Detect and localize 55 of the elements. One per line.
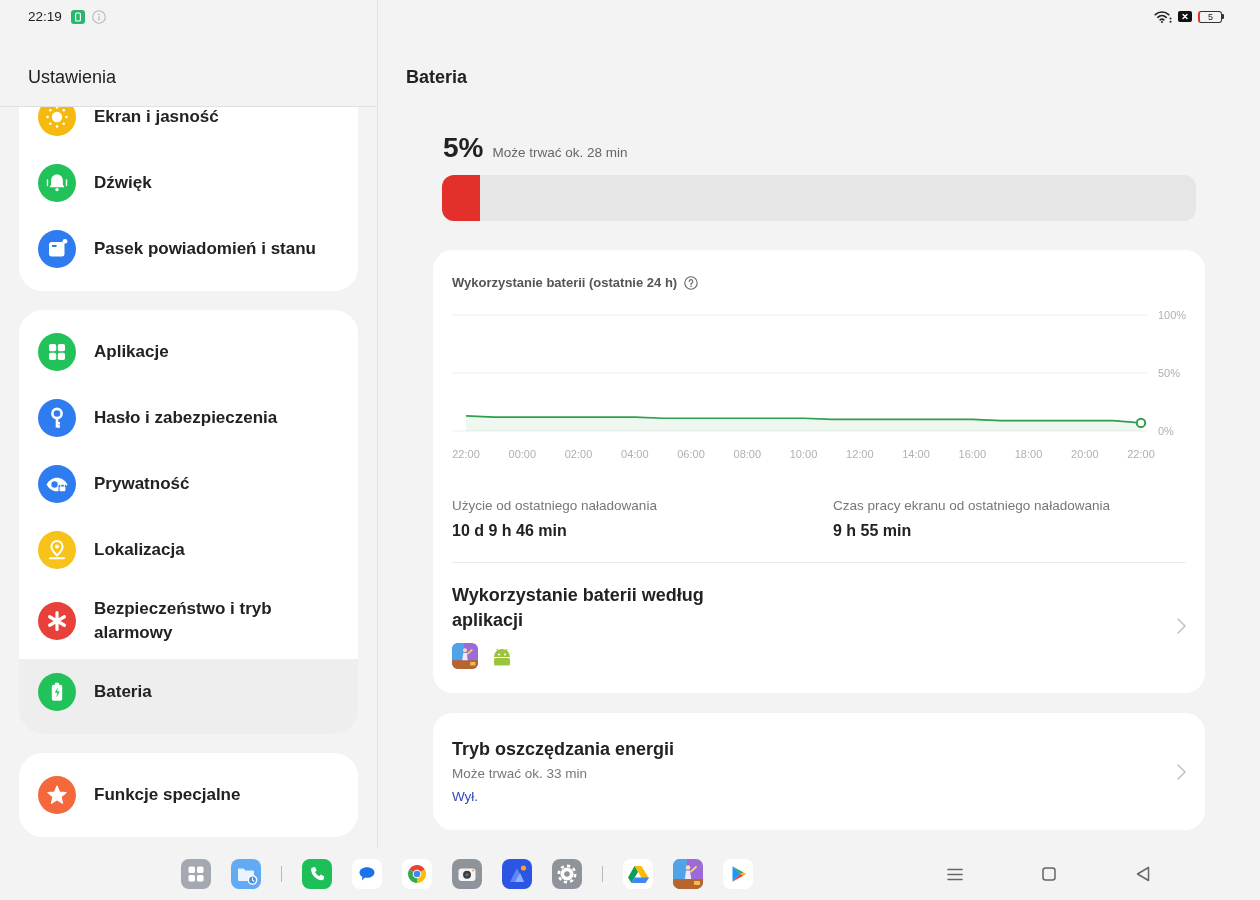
x-axis-label: 06:00 xyxy=(677,448,705,460)
help-icon[interactable] xyxy=(684,276,699,290)
y-axis-label: 100% xyxy=(1158,309,1186,321)
robot-icon xyxy=(491,646,513,666)
camera-icon[interactable] xyxy=(452,859,482,889)
x-axis-label: 16:00 xyxy=(958,448,987,460)
stat-value: 9 h 55 min xyxy=(833,521,913,541)
chart-title: Wykorzystanie baterii (ostatnie 24 h) xyxy=(452,274,678,292)
power-saving-estimate: Może trwać ok. 33 min xyxy=(452,765,589,783)
phone-icon[interactable] xyxy=(302,859,332,889)
sidebar-item[interactable]: Bateria xyxy=(19,659,358,734)
x-axis-label: 02:00 xyxy=(564,448,593,460)
battery-percent: 5% xyxy=(443,131,484,165)
x-axis-label: 08:00 xyxy=(733,448,762,460)
stat-label: Użycie od ostatniego naładowania xyxy=(452,497,658,515)
status-time: 22:19 xyxy=(28,7,62,26)
triangle-logo-icon[interactable] xyxy=(623,859,653,889)
ring-logo-icon[interactable] xyxy=(402,859,432,889)
folder-icon[interactable] xyxy=(231,859,261,889)
stat-value: 10 d 9 h 46 min xyxy=(452,521,568,541)
y-axis-label: 0% xyxy=(1158,425,1174,437)
picture-icon[interactable] xyxy=(673,859,703,889)
x-axis-label: 22:00 xyxy=(1127,448,1155,460)
menu-icon[interactable] xyxy=(947,867,963,881)
x-axis-label: 12:00 xyxy=(846,448,874,460)
square-icon[interactable] xyxy=(1042,867,1056,881)
x-axis-label: 14:00 xyxy=(902,448,930,460)
section-title: Wykorzystanie baterii według aplikacji xyxy=(452,584,705,632)
section-title: Tryb oszczędzania energii xyxy=(452,738,675,761)
badge-icon xyxy=(70,9,85,24)
battery-indicator: 5 xyxy=(1198,10,1224,23)
stat-label: Czas pracy ekranu od ostatniego naładowania xyxy=(833,497,1111,515)
end-point-marker xyxy=(1135,417,1147,429)
x-axis-label: 18:00 xyxy=(1014,448,1043,460)
power-saving-card[interactable]: Tryb oszczędzania energii Może trwać ok. 33 min Wył. xyxy=(433,713,1205,830)
mountain-icon[interactable] xyxy=(502,859,532,889)
back-triangle-icon[interactable] xyxy=(1136,866,1150,882)
y-axis-label: 50% xyxy=(1158,367,1181,379)
close-box-icon xyxy=(1178,11,1192,22)
play-icon[interactable] xyxy=(723,859,753,889)
info-icon xyxy=(91,9,106,24)
battery-time-estimate: Może trwać ok. 28 min xyxy=(492,144,628,162)
power-saving-status: Wył. xyxy=(452,788,480,806)
picture-icon xyxy=(452,643,478,669)
gear-icon[interactable] xyxy=(552,859,582,889)
sidebar-title: Ustawienia xyxy=(28,66,117,89)
x-axis-label: 20:00 xyxy=(1071,448,1099,460)
x-axis-label: 00:00 xyxy=(508,448,537,460)
chat-bubble-icon[interactable] xyxy=(352,859,382,889)
x-axis-label: 10:00 xyxy=(789,448,818,460)
app-grid-icon[interactable] xyxy=(181,859,211,889)
wifi-icon xyxy=(1154,10,1172,23)
x-axis-label: 04:00 xyxy=(621,448,649,460)
page-title: Bateria xyxy=(406,66,468,89)
x-axis-label: 22:00 xyxy=(452,448,480,460)
